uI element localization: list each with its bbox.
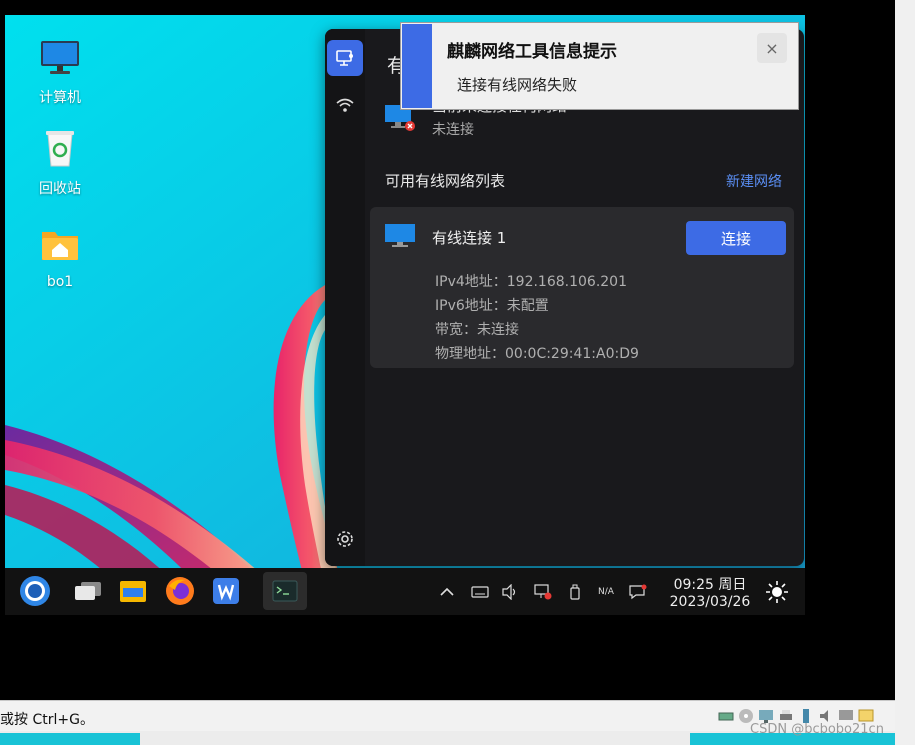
desktop-icon-computer[interactable]: 计算机 [20,37,100,107]
wps-icon [213,578,239,604]
terminal-button[interactable] [263,572,307,610]
keyboard-tray-button[interactable] [470,582,490,602]
usb-icon [570,584,580,600]
multitask-view-icon [75,582,101,600]
desktop-icon-label: bo1 [46,274,74,290]
chevron-up-icon [440,587,454,596]
host-window-edge [895,0,915,745]
network-tray-button[interactable] [533,582,553,602]
settings-button[interactable] [327,521,363,557]
connection-name: 有线连接 1 [432,229,507,247]
gear-icon [337,531,353,547]
new-network-link[interactable]: 新建网络 [726,171,782,191]
desktop-icon-label: 回收站 [39,181,81,197]
desktop-icon-home[interactable]: bo1 [20,224,100,290]
wired-tab[interactable] [327,40,363,76]
notification-title: 麒麟网络工具信息提示 [447,42,617,62]
wps-button[interactable] [210,575,242,607]
notification-message: 连接有线网络失败 [457,76,578,94]
tray-expand-button[interactable] [437,582,457,602]
firefox-icon [166,577,194,605]
multitask-view-button[interactable] [72,575,104,607]
firefox-button[interactable] [164,575,196,607]
theme-toggle-button[interactable] [765,580,789,604]
disk-icon[interactable] [718,708,734,724]
wifi-tab[interactable] [327,87,363,123]
clock-time[interactable]: 09:25 周日 [670,574,750,594]
notification-popup: 麒麟网络工具信息提示 连接有线网络失败 × [400,22,799,110]
mac-address: 物理地址：00:0C:29:41:A0:D9 [435,346,639,362]
current-network-status: 未连接 [432,122,474,138]
network-sidebar [325,29,365,566]
available-networks-title: 可用有线网络列表 [385,172,506,190]
ipv6-address: IPv6地址：未配置 [435,298,549,314]
volume-tray-button[interactable] [500,582,520,602]
file-manager-icon [120,581,146,602]
computer-icon [41,41,79,74]
brightness-icon [766,581,788,603]
battery-status[interactable]: N/A [596,582,616,602]
volume-icon [502,584,516,600]
desktop-icon-label: 计算机 [39,90,81,106]
start-menu-icon [20,576,50,606]
host-hint-text: 或按 Ctrl+G。 [0,712,94,728]
wifi-icon [336,98,354,112]
home-folder-icon [42,232,78,260]
notification-accent-bar [402,24,432,108]
bandwidth: 带宽：未连接 [435,322,519,338]
usb-tray-button[interactable] [565,582,585,602]
watermark: CSDN @bcbobo21cn [750,722,884,737]
taskbar: N/A 09:25 周日 2023/03/26 [5,568,805,615]
start-menu-button[interactable] [19,575,51,607]
notification-tray-button[interactable] [628,582,648,602]
wired-network-icon [336,50,353,66]
ipv4-address: IPv4地址：192.168.106.201 [435,274,628,290]
monitor-icon [385,224,415,247]
clock-date[interactable]: 2023/03/26 [665,594,755,610]
network-error-icon [534,584,552,600]
connect-button[interactable]: 连接 [686,221,786,255]
file-manager-button[interactable] [117,575,149,607]
desktop-icon-trash[interactable]: 回收站 [20,128,100,198]
connection-card[interactable]: 有线连接 1 连接 IPv4地址：192.168.106.201 IPv6地址：… [370,207,794,368]
keyboard-icon [471,586,489,598]
host-taskbar-item [0,733,140,745]
message-icon [629,584,647,600]
terminal-icon [272,580,298,602]
trash-icon [46,131,74,167]
close-icon[interactable]: × [757,33,787,63]
